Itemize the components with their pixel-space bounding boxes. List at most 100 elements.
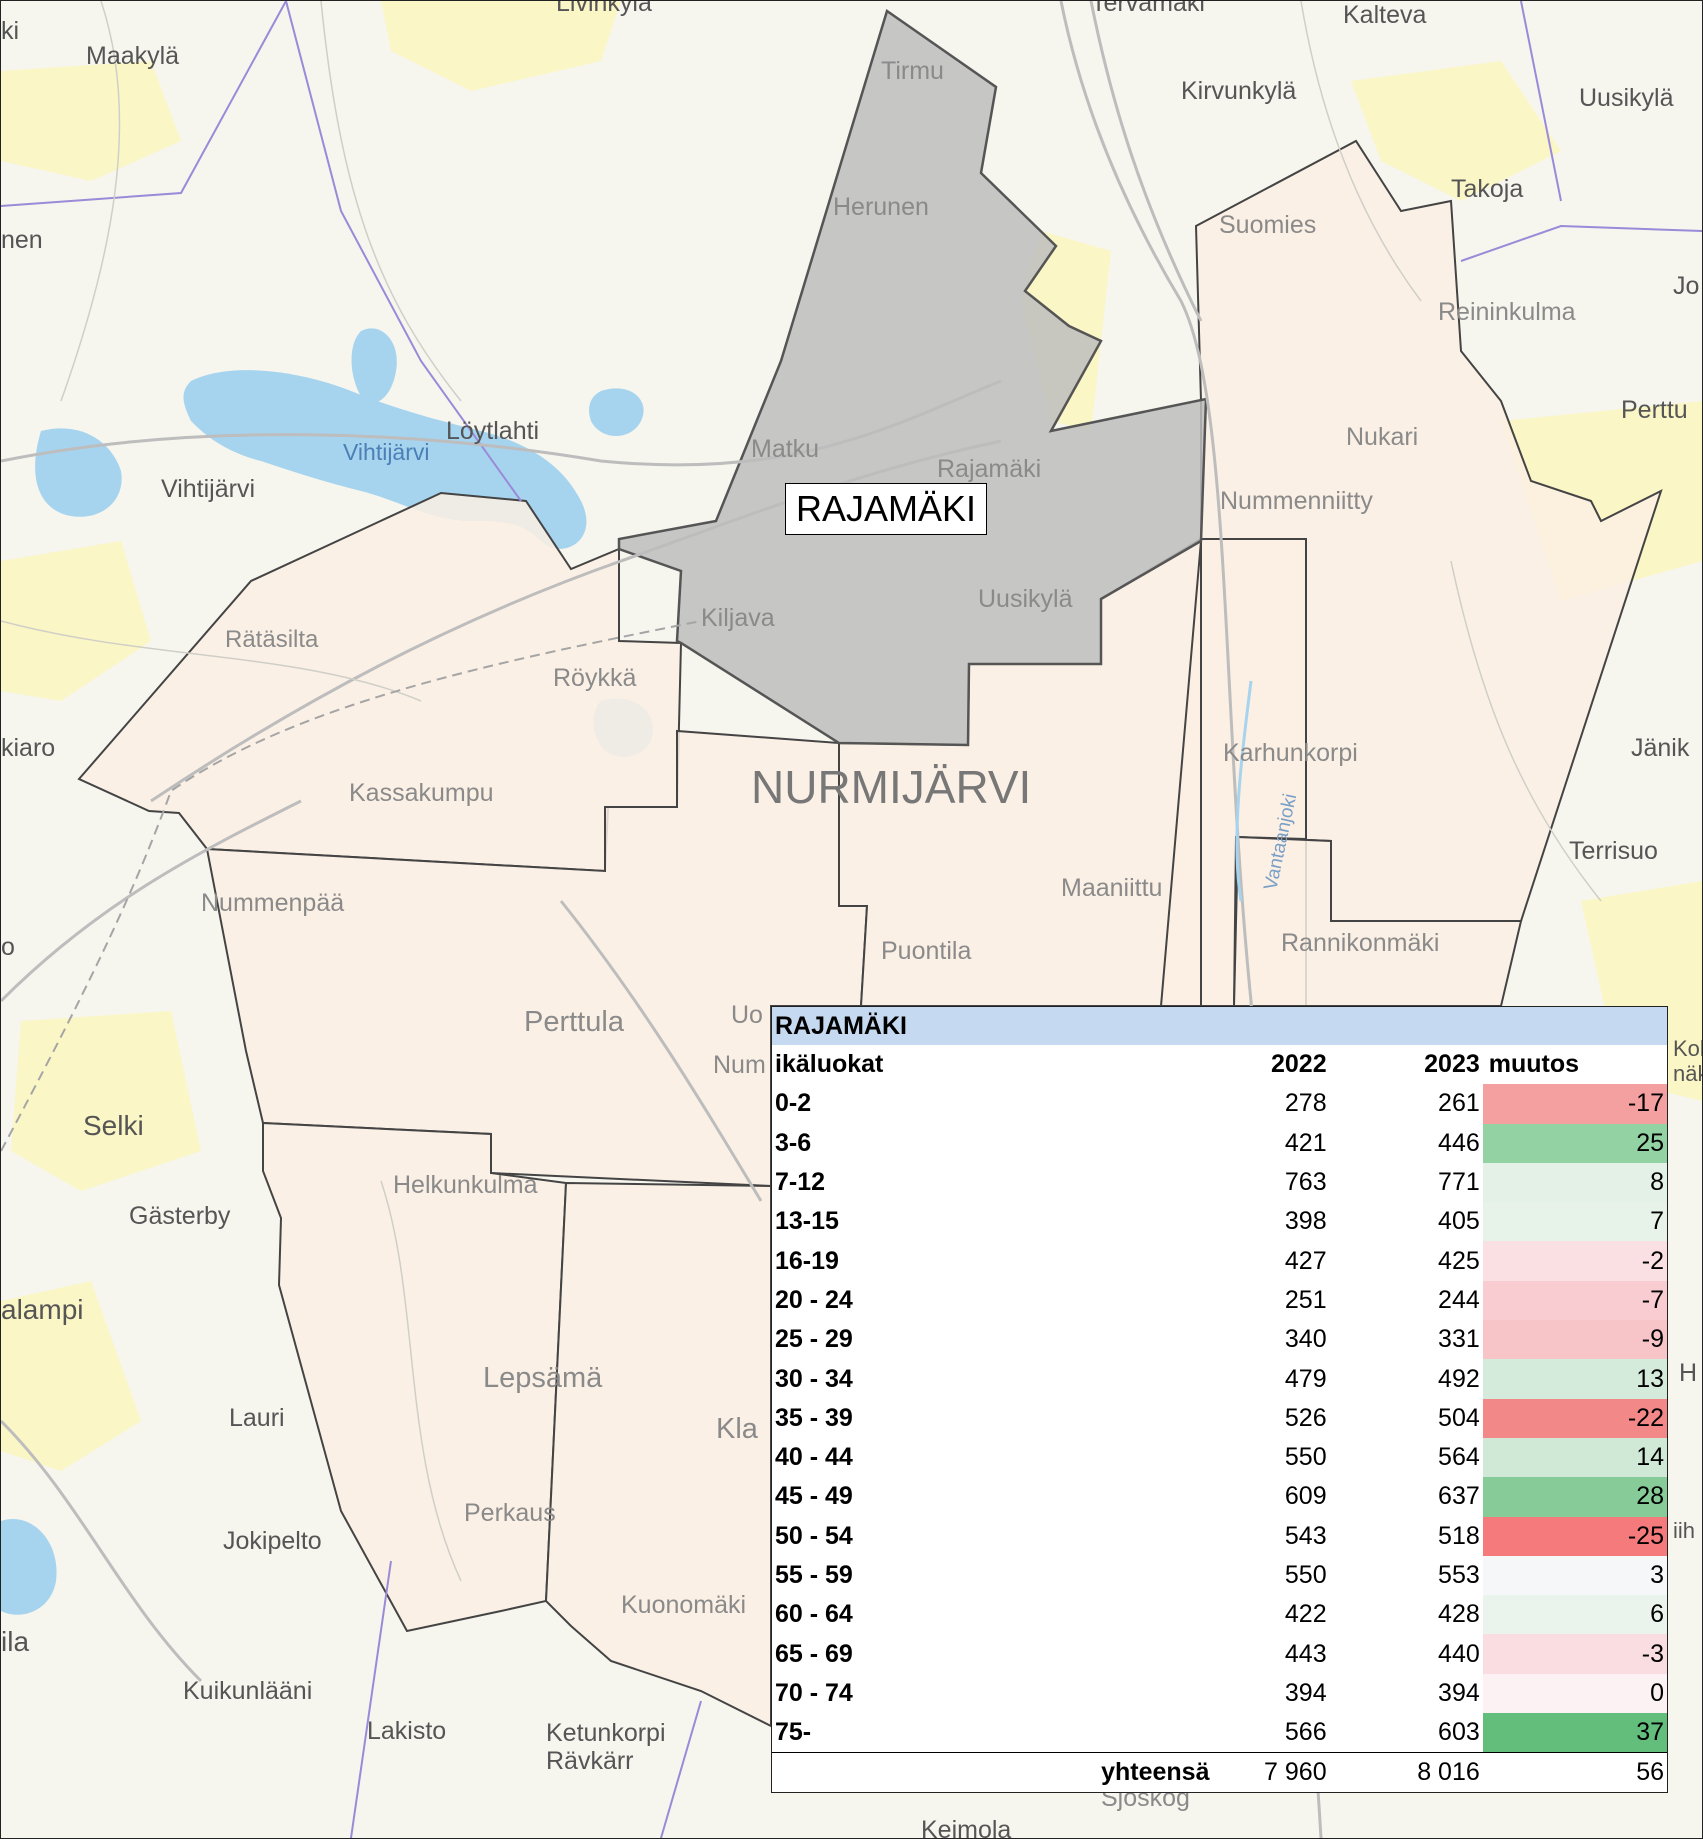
age-label: 7-12 xyxy=(775,1168,826,1197)
place-name: Kuikunlääni xyxy=(183,1677,312,1705)
place-name: ki xyxy=(1,17,19,45)
place-name: Takoja xyxy=(1451,175,1523,203)
age-label: 16-19 xyxy=(775,1246,839,1275)
age-label: 20 - 24 xyxy=(775,1285,853,1314)
value-2023: 564 xyxy=(1438,1443,1480,1472)
place-name: Uusikylä xyxy=(978,585,1073,613)
place-name: Helkunkulma xyxy=(393,1171,538,1199)
age-label: 3-6 xyxy=(775,1128,812,1157)
total-row: yhteensä 7 960 8 016 56 xyxy=(772,1752,1667,1792)
value-2022: 443 xyxy=(1284,1639,1327,1668)
age-label: 30 - 34 xyxy=(775,1364,853,1393)
place-name: Num xyxy=(713,1051,766,1079)
place-name: Nukari xyxy=(1346,423,1418,451)
place-name: Ketunkorpi xyxy=(546,1719,666,1747)
place-name: Gästerby xyxy=(129,1202,231,1230)
value-2023: 261 xyxy=(1438,1089,1480,1118)
place-name: Keimola xyxy=(921,1816,1011,1838)
value-2022: 340 xyxy=(1284,1325,1327,1354)
table-row: 20 - 24 251 244 -7 xyxy=(772,1280,1667,1321)
col-header-change: muutos xyxy=(1488,1050,1580,1079)
place-name: Livinkylä xyxy=(556,1,652,17)
table-row: 13-15 398 405 7 xyxy=(772,1202,1667,1242)
value-2022: 394 xyxy=(1284,1678,1327,1707)
table-row: 35 - 39 526 504 -22 xyxy=(772,1398,1667,1438)
table-row: 25 - 29 340 331 -9 xyxy=(772,1320,1667,1360)
value-2022: 543 xyxy=(1284,1521,1327,1550)
age-label: 55 - 59 xyxy=(775,1561,853,1589)
table-row: 40 - 44 550 564 14 xyxy=(772,1437,1667,1478)
age-label: 60 - 64 xyxy=(775,1600,853,1629)
value-2022: 427 xyxy=(1284,1246,1327,1275)
table-row: 16-19 427 425 -2 xyxy=(772,1241,1667,1281)
change-value: 28 xyxy=(1482,1477,1667,1517)
table-row: 65 - 69 443 440 -3 xyxy=(772,1634,1667,1674)
change-value: 37 xyxy=(1482,1713,1667,1753)
place-name-lake: Vihtijärvi xyxy=(343,439,430,465)
municipality-name: NURMIJÄRVI xyxy=(751,761,1031,813)
change-value: 3 xyxy=(1482,1555,1667,1596)
age-label: 70 - 74 xyxy=(775,1678,853,1707)
place-name: Lauri xyxy=(229,1404,285,1432)
age-label: 35 - 39 xyxy=(775,1403,853,1432)
value-2022: 763 xyxy=(1284,1168,1327,1197)
place-name: Uo xyxy=(731,1001,763,1029)
change-value: 0 xyxy=(1482,1673,1667,1714)
value-2023: 425 xyxy=(1438,1246,1480,1275)
header-row: ikäluokat 2022 2023 muutos xyxy=(772,1045,1667,1084)
place-name: Tirmu xyxy=(881,57,944,85)
place-name: Kassakumpu xyxy=(349,779,494,807)
total-change: 56 xyxy=(1482,1752,1667,1792)
value-2023: 603 xyxy=(1438,1718,1480,1747)
change-value: -2 xyxy=(1482,1241,1667,1281)
table-row: 30 - 34 479 492 13 xyxy=(772,1359,1667,1399)
value-2023: 492 xyxy=(1438,1364,1480,1393)
place-name: Maaniittu xyxy=(1061,874,1162,902)
place-name: Kalteva xyxy=(1343,1,1426,29)
age-stats-table: RAJAMÄKI ikäluokat 2022 2023 muutos 0-2 2… xyxy=(771,1006,1668,1793)
change-value: 14 xyxy=(1482,1437,1667,1478)
change-value: -3 xyxy=(1482,1634,1667,1674)
place-name: nen xyxy=(1,226,43,254)
place-name: Lepsämä xyxy=(483,1362,603,1394)
age-label: 13-15 xyxy=(775,1207,839,1236)
place-name: Jokipelto xyxy=(223,1527,322,1555)
value-2022: 566 xyxy=(1284,1718,1327,1747)
value-2023: 428 xyxy=(1438,1600,1480,1629)
value-2023: 405 xyxy=(1438,1207,1480,1236)
table-row: 50 - 54 543 518 -25 xyxy=(772,1516,1667,1556)
value-2022: 278 xyxy=(1284,1089,1327,1118)
place-name: Kiljava xyxy=(701,604,775,632)
place-name: Puontila xyxy=(881,937,971,965)
place-name: alampi xyxy=(1,1294,83,1325)
place-name: Rannikonmäki xyxy=(1281,929,1439,957)
place-name: Kirvunkylä xyxy=(1181,77,1296,105)
change-value: 6 xyxy=(1482,1595,1667,1635)
age-label: 75- xyxy=(775,1718,812,1747)
change-value: -25 xyxy=(1482,1516,1667,1556)
change-value: -22 xyxy=(1482,1398,1667,1438)
col-header-age: ikäluokat xyxy=(775,1050,884,1079)
table-row: 60 - 64 422 428 6 xyxy=(772,1595,1667,1635)
place-name: Suomies xyxy=(1219,211,1316,239)
value-2023: 637 xyxy=(1438,1482,1480,1511)
place-name: Perttu xyxy=(1621,396,1688,424)
place-name: Rävkärr xyxy=(546,1747,634,1775)
value-2022: 609 xyxy=(1284,1482,1327,1511)
place-name: Löytlahti xyxy=(446,417,539,445)
table-row: 0-2 278 261 -17 xyxy=(772,1084,1667,1124)
place-name: Herunen xyxy=(833,193,929,221)
place-name: Rajamäki xyxy=(937,455,1041,483)
change-value: 7 xyxy=(1482,1202,1667,1242)
age-label: 45 - 49 xyxy=(775,1482,853,1511)
col-header-2022: 2022 xyxy=(1270,1050,1327,1079)
place-name: näk xyxy=(1673,1061,1702,1086)
place-name: Karhunkorpi xyxy=(1223,739,1358,767)
age-label: 0-2 xyxy=(775,1089,812,1118)
place-name: Uusikylä xyxy=(1579,84,1674,112)
total-2023: 8 016 xyxy=(1329,1752,1483,1792)
place-name: Matku xyxy=(751,435,819,463)
place-name: ila xyxy=(1,1626,29,1657)
place-name: Terrisuo xyxy=(1569,837,1658,865)
table-row: 3-6 421 446 25 xyxy=(772,1123,1667,1163)
